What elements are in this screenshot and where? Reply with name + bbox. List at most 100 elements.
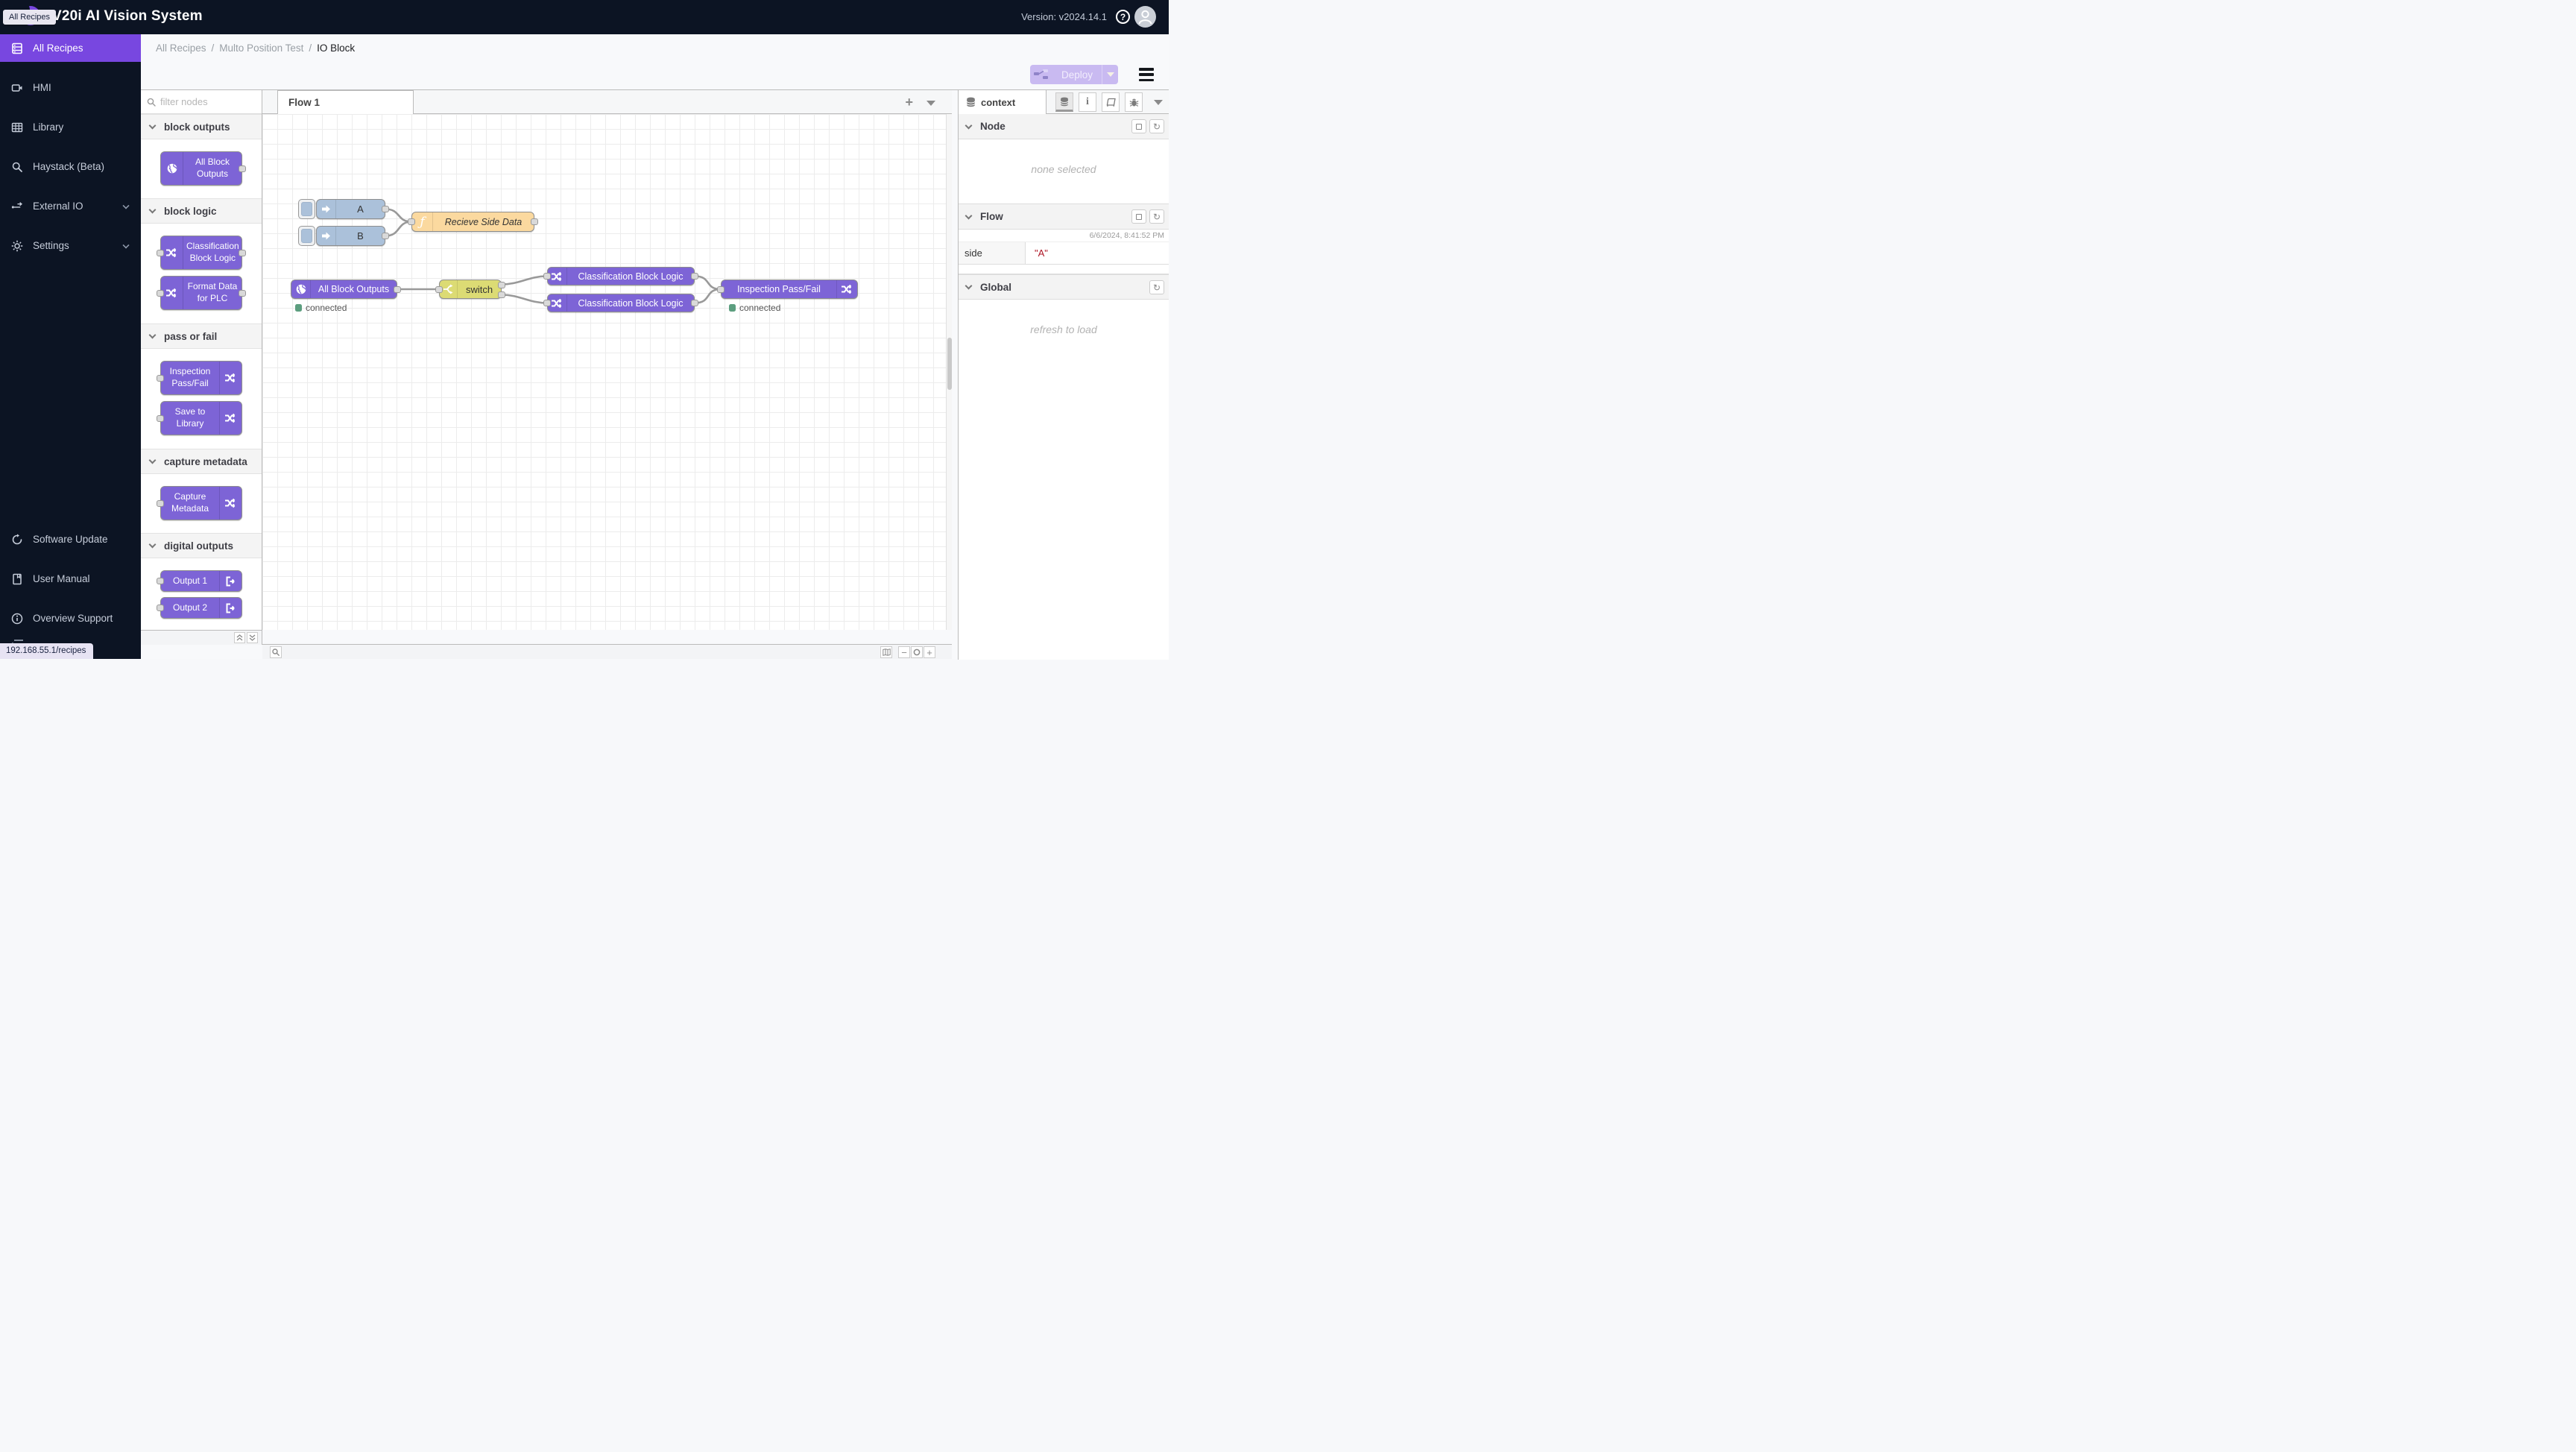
canvas-search-button[interactable] (270, 646, 282, 658)
context-tool-button[interactable] (1055, 92, 1073, 112)
tab-context[interactable]: context (959, 90, 1046, 114)
canvas-node-recieve-side-data[interactable]: ƒ Recieve Side Data (411, 212, 534, 232)
main-content: All Recipes/Multo Position Test/IO Block… (141, 34, 1169, 659)
link-node-button[interactable] (298, 199, 315, 219)
palette-node-classification-block-logic[interactable]: Classification Block Logic (160, 236, 242, 270)
sidebar-item-overview-support[interactable]: Overview Support (0, 605, 141, 632)
input-port[interactable] (543, 273, 551, 280)
search-icon (11, 161, 23, 173)
canvas-vertical-scrollbar[interactable] (946, 114, 952, 630)
debug-tool-button[interactable] (1125, 92, 1143, 112)
flow-context-row[interactable]: side "A" (959, 242, 1169, 265)
output-port[interactable] (498, 291, 505, 298)
input-port[interactable] (157, 250, 164, 256)
output-port[interactable] (239, 290, 246, 297)
input-port[interactable] (408, 218, 415, 225)
output-port[interactable] (691, 273, 698, 280)
output-port[interactable] (394, 286, 401, 293)
sidebar-item-library[interactable]: Library (0, 113, 141, 141)
zoom-in-button[interactable]: + (924, 646, 935, 658)
output-port[interactable] (691, 300, 698, 306)
canvas-node-switch[interactable]: switch (439, 280, 502, 299)
input-port[interactable] (157, 605, 164, 611)
flow-context-timestamp: 6/6/2024, 8:41:52 PM (959, 230, 1169, 242)
copy-path-button[interactable] (1131, 209, 1146, 224)
input-port[interactable] (717, 286, 724, 293)
palette-node-all-block-outputs[interactable]: All Block Outputs (160, 151, 242, 186)
zoom-out-button[interactable]: − (898, 646, 910, 658)
add-flow-button[interactable]: + (905, 95, 913, 109)
canvas-node-classification-2[interactable]: Classification Block Logic (547, 294, 695, 312)
minimap-button[interactable] (880, 646, 892, 658)
copy-path-button[interactable] (1131, 119, 1146, 133)
palette-node-save-to-library[interactable]: Save to Library (160, 401, 242, 435)
deploy-options-caret[interactable] (1102, 65, 1118, 84)
chevron-down-icon (965, 282, 973, 290)
flow-editor: block outputs All Block Outputs (141, 89, 1169, 659)
input-port[interactable] (157, 578, 164, 584)
palette-collapse-all-button[interactable] (234, 632, 245, 643)
output-port[interactable] (382, 206, 389, 212)
palette-section-pass-or-fail[interactable]: pass or fail (141, 323, 262, 349)
canvas-node-inspection-pass-fail[interactable]: Inspection Pass/Fail (721, 280, 858, 299)
palette-node-capture-metadata[interactable]: Capture Metadata (160, 486, 242, 520)
palette-expand-all-button[interactable] (247, 632, 258, 643)
output-port[interactable] (531, 218, 538, 225)
context-section-flow-header[interactable]: Flow ↻ (959, 204, 1169, 230)
refresh-button[interactable]: ↻ (1149, 119, 1164, 133)
input-port[interactable] (435, 286, 443, 293)
input-port[interactable] (157, 290, 164, 297)
input-port[interactable] (157, 415, 164, 422)
palette-section-digital-outputs[interactable]: digital outputs (141, 533, 262, 558)
link-node-button[interactable] (298, 226, 315, 246)
avatar[interactable] (1134, 6, 1156, 28)
breadcrumb-item[interactable]: Multo Position Test (219, 42, 303, 54)
output-port[interactable] (239, 165, 246, 172)
deploy-button[interactable]: Deploy (1030, 65, 1118, 84)
sidebar-item-all-recipes[interactable]: All Recipes (0, 34, 141, 62)
panel-options-caret[interactable] (1154, 100, 1163, 105)
chevron-down-icon (149, 122, 157, 130)
canvas-node-a[interactable]: A (316, 199, 385, 219)
palette-node-output-2[interactable]: Output 2 (160, 597, 242, 619)
refresh-button[interactable]: ↻ (1149, 209, 1164, 224)
canvas-node-classification-1[interactable]: Classification Block Logic (547, 267, 695, 285)
palette-section-capture-metadata[interactable]: capture metadata (141, 449, 262, 474)
status-dot (729, 304, 736, 312)
menu-button[interactable] (1139, 68, 1154, 81)
breadcrumb-item[interactable]: All Recipes (156, 42, 206, 54)
manual-icon (11, 573, 23, 585)
context-section-node-header[interactable]: Node ↻ (959, 114, 1169, 139)
palette-node-format-data-for-plc[interactable]: Format Data for PLC (160, 276, 242, 310)
filter-nodes-input[interactable] (160, 96, 242, 107)
refresh-button[interactable]: ↻ (1149, 280, 1164, 294)
info-tool-button[interactable]: i (1079, 92, 1096, 112)
input-port[interactable] (157, 500, 164, 507)
tab-flow-1[interactable]: Flow 1 (277, 90, 414, 114)
input-port[interactable] (157, 375, 164, 382)
canvas-node-all-block-outputs[interactable]: All Block Outputs (291, 280, 397, 299)
palette-section-block-logic[interactable]: block logic (141, 198, 262, 224)
sidebar-item-hmi[interactable]: HMI (0, 74, 141, 101)
sidebar-item-haystack[interactable]: Haystack (Beta) (0, 153, 141, 180)
context-section-global-header[interactable]: Global ↻ (959, 274, 1169, 300)
output-port[interactable] (498, 282, 505, 288)
output-port[interactable] (382, 233, 389, 239)
palette-node-inspection-pass-fail[interactable]: Inspection Pass/Fail (160, 361, 242, 395)
sidebar-item-settings[interactable]: Settings (0, 232, 141, 259)
scrollbar-thumb[interactable] (947, 338, 952, 390)
book-icon (1106, 98, 1116, 107)
sidebar-item-user-manual[interactable]: User Manual (0, 565, 141, 593)
flow-list-caret[interactable] (926, 101, 935, 106)
canvas-node-b[interactable]: B (316, 226, 385, 246)
palette-node-output-1[interactable]: Output 1 (160, 570, 242, 592)
help-book-button[interactable] (1102, 92, 1120, 112)
zoom-reset-button[interactable] (911, 646, 923, 658)
help-icon[interactable]: ? (1116, 10, 1130, 24)
output-port[interactable] (239, 250, 246, 256)
flow-canvas[interactable]: A B ƒ Recieve Side Data (262, 114, 946, 630)
palette-section-block-outputs[interactable]: block outputs (141, 114, 262, 139)
sidebar-item-external-io[interactable]: External IO (0, 192, 141, 220)
sidebar-item-software-update[interactable]: Software Update (0, 525, 141, 553)
input-port[interactable] (543, 300, 551, 306)
